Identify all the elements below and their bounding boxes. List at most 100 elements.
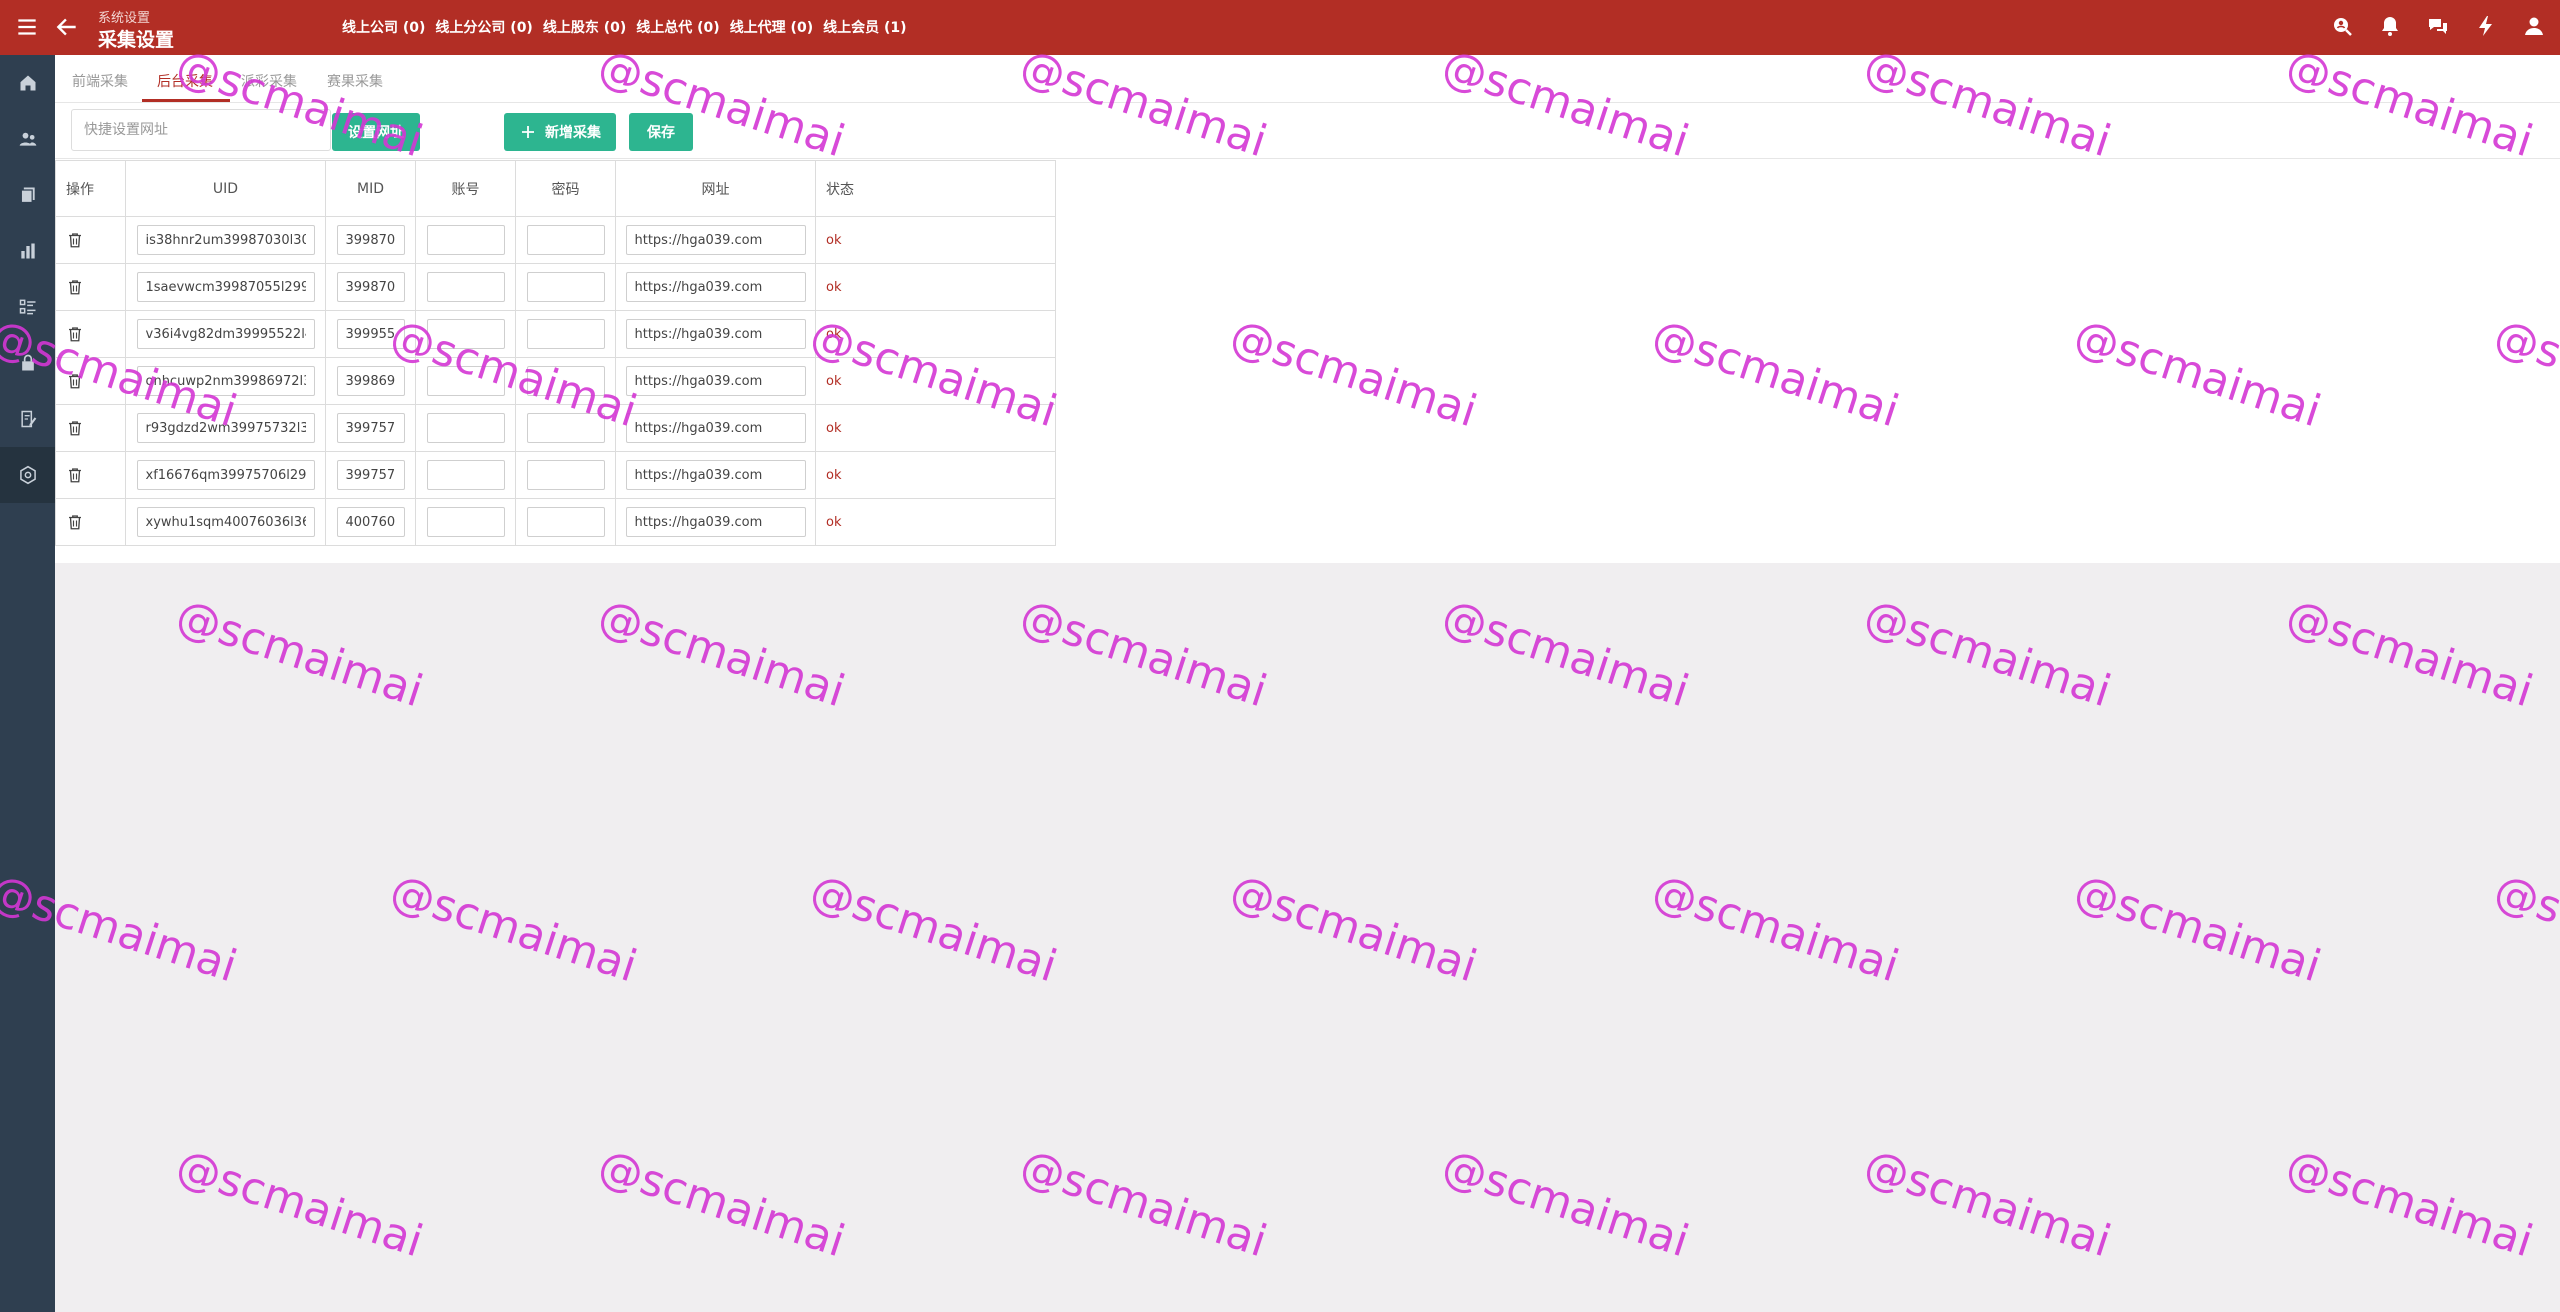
mid-input[interactable]	[336, 225, 405, 255]
url-input[interactable]	[625, 413, 806, 443]
tab-results-collect[interactable]: 赛果采集	[327, 71, 383, 91]
quick-url-input[interactable]	[71, 109, 331, 151]
trash-icon[interactable]	[66, 419, 84, 437]
account-input[interactable]	[426, 272, 505, 302]
tab-payout-collect[interactable]: 派彩采集	[241, 71, 297, 91]
set-url-button[interactable]: 设置网址	[332, 113, 420, 151]
password-input[interactable]	[526, 413, 605, 443]
add-collect-button[interactable]: 新增采集	[504, 113, 616, 151]
flash-icon[interactable]	[2474, 14, 2498, 38]
nav-online-general-agent[interactable]: 线上总代 (0)	[636, 17, 719, 37]
edit-doc-icon	[20, 410, 36, 428]
table-body: ok ok ok ok ok ok ok	[55, 216, 1056, 546]
uid-cell	[125, 357, 326, 405]
password-input[interactable]	[526, 225, 605, 255]
trash-icon[interactable]	[66, 231, 84, 249]
password-input[interactable]	[526, 319, 605, 349]
search-user-icon[interactable]	[2330, 14, 2354, 38]
trash-icon[interactable]	[66, 278, 84, 296]
nav-online-company[interactable]: 线上公司 (0)	[342, 17, 425, 37]
status-cell: ok	[815, 216, 1056, 264]
home-icon	[20, 75, 35, 91]
url-input[interactable]	[625, 272, 806, 302]
op-cell	[55, 263, 126, 311]
uid-input[interactable]	[136, 507, 315, 537]
uid-input[interactable]	[136, 413, 315, 443]
account-input[interactable]	[426, 366, 505, 396]
uid-input[interactable]	[136, 319, 315, 349]
url-input[interactable]	[625, 507, 806, 537]
account-input[interactable]	[426, 507, 505, 537]
back-arrow-icon[interactable]	[54, 14, 80, 40]
url-input[interactable]	[625, 460, 806, 490]
watermark-text: @scmaimai	[1646, 865, 1905, 993]
bell-icon[interactable]	[2378, 14, 2402, 38]
url-input[interactable]	[625, 319, 806, 349]
nav-online-agent[interactable]: 线上代理 (0)	[730, 17, 813, 37]
nav-online-shareholder[interactable]: 线上股东 (0)	[543, 17, 626, 37]
menu-icon[interactable]	[14, 14, 40, 40]
watermark-text: @scmaimai	[2488, 865, 2560, 993]
password-input[interactable]	[526, 507, 605, 537]
sidebar-item-users[interactable]	[0, 111, 55, 167]
password-input[interactable]	[526, 366, 605, 396]
sidebar-item-logs[interactable]	[0, 391, 55, 447]
lock-icon	[21, 354, 34, 371]
watermark-text: @scmaimai	[1224, 865, 1483, 993]
status-cell: ok	[815, 263, 1056, 311]
password-input[interactable]	[526, 460, 605, 490]
op-cell	[55, 498, 126, 546]
sidebar-item-security[interactable]	[0, 335, 55, 391]
password-cell	[515, 404, 616, 452]
page-title: 采集设置	[98, 29, 175, 51]
uid-cell	[125, 216, 326, 264]
table-header-row: 操作 UID MID 账号 密码 网址 状态	[55, 160, 1056, 217]
uid-input[interactable]	[136, 460, 315, 490]
save-button[interactable]: 保存	[629, 113, 693, 151]
account-input[interactable]	[426, 225, 505, 255]
mid-input[interactable]	[336, 413, 405, 443]
tab-backend-collect[interactable]: 后台采集	[157, 71, 213, 91]
header-op: 操作	[55, 160, 126, 217]
sidebar-item-home[interactable]	[0, 55, 55, 111]
url-input[interactable]	[625, 366, 806, 396]
mid-input[interactable]	[336, 319, 405, 349]
mid-input[interactable]	[336, 272, 405, 302]
status-cell: ok	[815, 451, 1056, 499]
mid-cell	[325, 357, 416, 405]
uid-input[interactable]	[136, 225, 315, 255]
trash-icon[interactable]	[66, 513, 84, 531]
sidebar-item-reports[interactable]	[0, 223, 55, 279]
mid-cell	[325, 310, 416, 358]
account-input[interactable]	[426, 413, 505, 443]
nav-online-branch[interactable]: 线上分公司 (0)	[435, 17, 532, 37]
sidebar-item-list[interactable]	[0, 279, 55, 335]
url-cell	[615, 216, 816, 264]
plus-icon	[522, 126, 534, 138]
trash-icon[interactable]	[66, 466, 84, 484]
header-password: 密码	[515, 160, 616, 217]
password-input[interactable]	[526, 272, 605, 302]
sidebar-item-copy[interactable]	[0, 167, 55, 223]
url-cell	[615, 263, 816, 311]
uid-input[interactable]	[136, 272, 315, 302]
chat-icon[interactable]	[2426, 14, 2450, 38]
uid-input[interactable]	[136, 366, 315, 396]
trash-icon[interactable]	[66, 372, 84, 390]
trash-icon[interactable]	[66, 325, 84, 343]
nav-online-member[interactable]: 线上会员 (1)	[823, 17, 906, 37]
header-uid: UID	[125, 160, 326, 217]
user-icon[interactable]	[2522, 14, 2546, 38]
account-input[interactable]	[426, 460, 505, 490]
mid-input[interactable]	[336, 460, 405, 490]
watermark-text: @scmaimai	[170, 1140, 429, 1268]
mid-input[interactable]	[336, 366, 405, 396]
url-input[interactable]	[625, 225, 806, 255]
url-cell	[615, 451, 816, 499]
op-cell	[55, 310, 126, 358]
tab-bar: 前端采集 后台采集 派彩采集 赛果采集	[55, 55, 2560, 103]
account-input[interactable]	[426, 319, 505, 349]
sidebar-item-settings[interactable]	[0, 447, 55, 503]
mid-input[interactable]	[336, 507, 405, 537]
tab-frontend-collect[interactable]: 前端采集	[72, 71, 128, 91]
